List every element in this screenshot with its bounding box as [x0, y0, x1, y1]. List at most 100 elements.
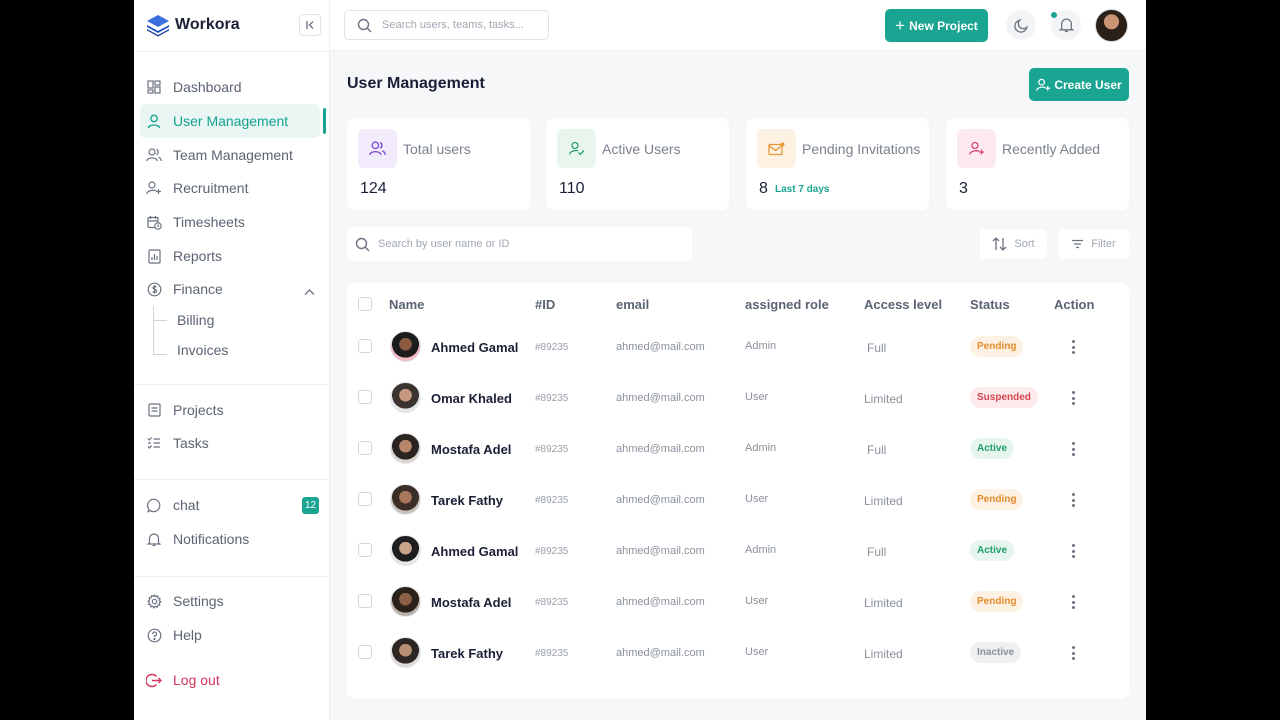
table-row[interactable]: Mostafa Adel #89235 ahmed@mail.com Admin… [347, 423, 1129, 474]
collapse-sidebar-button[interactable] [299, 14, 321, 36]
column-header-id[interactable]: #ID [535, 297, 555, 312]
sidebar-item-user-management[interactable]: User Management [140, 104, 320, 138]
user-name[interactable]: Ahmed Gamal [431, 340, 518, 355]
stat-label: Recently Added [1002, 141, 1101, 157]
user-name[interactable]: Omar Khaled [431, 391, 512, 406]
sidebar-item-label: Reports [173, 248, 223, 264]
sidebar-item-label: Help [173, 627, 202, 643]
user-name[interactable]: Tarek Fathy [431, 493, 503, 508]
bell-icon [146, 531, 162, 547]
table-row[interactable]: Ahmed Gamal #89235 ahmed@mail.com Admin … [347, 321, 1129, 372]
new-project-label: New Project [909, 18, 978, 33]
create-user-label: Create User [1054, 77, 1122, 92]
sidebar-item-label: Projects [173, 402, 224, 418]
sidebar-subitem-invoices[interactable]: Invoices [177, 342, 228, 358]
filter-button[interactable]: Filter [1058, 229, 1129, 259]
row-checkbox[interactable] [358, 594, 372, 608]
row-checkbox[interactable] [358, 339, 372, 353]
projects-icon [146, 402, 162, 418]
sidebar-item-dashboard[interactable]: Dashboard [140, 70, 320, 104]
stat-card-total-users: Total users 124 [347, 118, 530, 210]
user-id: #89235 [535, 597, 569, 608]
sidebar-item-timesheets[interactable]: Timesheets [140, 205, 320, 239]
more-vertical-icon[interactable] [1067, 389, 1079, 407]
sidebar-item-recruitment[interactable]: Recruitment [140, 171, 320, 205]
more-vertical-icon[interactable] [1067, 440, 1079, 458]
user-name[interactable]: Mostafa Adel [431, 595, 511, 610]
users-icon [358, 129, 397, 168]
table-row[interactable]: Mostafa Adel #89235 ahmed@mail.com User … [347, 576, 1129, 627]
sidebar-item-label: User Management [173, 113, 289, 129]
user-email: ahmed@mail.com [616, 494, 705, 506]
user-search-input[interactable]: Search by user name or ID [347, 227, 692, 261]
sidebar-item-help[interactable]: Help [140, 618, 320, 652]
user-name[interactable]: Mostafa Adel [431, 442, 511, 457]
filter-label: Filter [1091, 238, 1116, 250]
column-header-action: Action [1054, 297, 1095, 312]
more-vertical-icon[interactable] [1067, 491, 1079, 509]
sidebar-subitem-billing[interactable]: Billing [177, 312, 214, 328]
filter-icon [1072, 239, 1084, 249]
logout-label: Log out [173, 672, 220, 688]
theme-toggle-button[interactable] [1006, 10, 1036, 40]
avatar [390, 433, 421, 464]
stat-label: Pending Invitations [802, 141, 921, 157]
status-badge: Active [970, 438, 1015, 459]
sidebar-item-finance[interactable]: Finance [140, 272, 320, 306]
table-row[interactable]: Ahmed Gamal #89235 ahmed@mail.com Admin … [347, 525, 1129, 576]
user-role: User [745, 493, 769, 505]
more-vertical-icon[interactable] [1067, 644, 1079, 662]
user-email: ahmed@mail.com [616, 596, 705, 608]
row-checkbox[interactable] [358, 645, 372, 659]
more-vertical-icon[interactable] [1067, 593, 1079, 611]
row-checkbox[interactable] [358, 492, 372, 506]
user-id: #89235 [535, 393, 569, 404]
sidebar-item-settings[interactable]: Settings [140, 584, 320, 618]
sidebar-item-notifications[interactable]: Notifications [140, 522, 320, 556]
help-icon [146, 627, 162, 643]
user-plus-icon [1036, 78, 1051, 91]
new-project-button[interactable]: + New Project [885, 9, 988, 42]
user-email: ahmed@mail.com [616, 392, 705, 404]
access-level: Limited [864, 392, 903, 406]
sidebar-item-tasks[interactable]: Tasks [140, 426, 320, 460]
search-placeholder: Search users, teams, tasks... [382, 19, 524, 31]
notification-dot [1051, 12, 1057, 18]
user-avatar[interactable] [1095, 9, 1128, 42]
stat-value: 3 [959, 180, 968, 197]
user-name[interactable]: Ahmed Gamal [431, 544, 518, 559]
logout-button[interactable]: Log out [140, 663, 320, 697]
column-header-name[interactable]: Name [389, 297, 424, 312]
row-checkbox[interactable] [358, 390, 372, 404]
table-row[interactable]: Tarek Fathy #89235 ahmed@mail.com User L… [347, 627, 1129, 678]
user-plus-icon [957, 129, 996, 168]
column-header-access[interactable]: Access level [864, 297, 942, 312]
column-header-email[interactable]: email [616, 297, 649, 312]
sidebar-item-team-management[interactable]: Team Management [140, 138, 320, 172]
create-user-button[interactable]: Create User [1029, 68, 1129, 101]
column-header-role[interactable]: assigned role [745, 297, 829, 312]
global-search-input[interactable]: Search users, teams, tasks... [344, 10, 549, 40]
sidebar-item-chat[interactable]: chat [140, 488, 320, 522]
user-name[interactable]: Tarek Fathy [431, 646, 503, 661]
more-vertical-icon[interactable] [1067, 542, 1079, 560]
table-row[interactable]: Tarek Fathy #89235 ahmed@mail.com User L… [347, 474, 1129, 525]
sidebar-item-projects[interactable]: Projects [140, 393, 320, 427]
search-icon [355, 237, 370, 251]
access-level: Limited [864, 596, 903, 610]
select-all-checkbox[interactable] [358, 297, 372, 311]
more-vertical-icon[interactable] [1067, 338, 1079, 356]
top-bar: Search users, teams, tasks... + New Proj… [330, 0, 1146, 51]
brand-logo[interactable]: Workora [145, 12, 240, 38]
access-level: Full [867, 341, 887, 355]
chevron-up-icon[interactable] [304, 283, 315, 301]
row-checkbox[interactable] [358, 543, 372, 557]
user-check-icon [557, 129, 596, 168]
sort-button[interactable]: Sort [980, 229, 1047, 259]
table-row[interactable]: Omar Khaled #89235 ahmed@mail.com User L… [347, 372, 1129, 423]
sidebar-item-reports[interactable]: Reports [140, 239, 320, 273]
user-id: #89235 [535, 495, 569, 506]
user-id: #89235 [535, 648, 569, 659]
status-badge: Suspended [970, 387, 1038, 408]
row-checkbox[interactable] [358, 441, 372, 455]
